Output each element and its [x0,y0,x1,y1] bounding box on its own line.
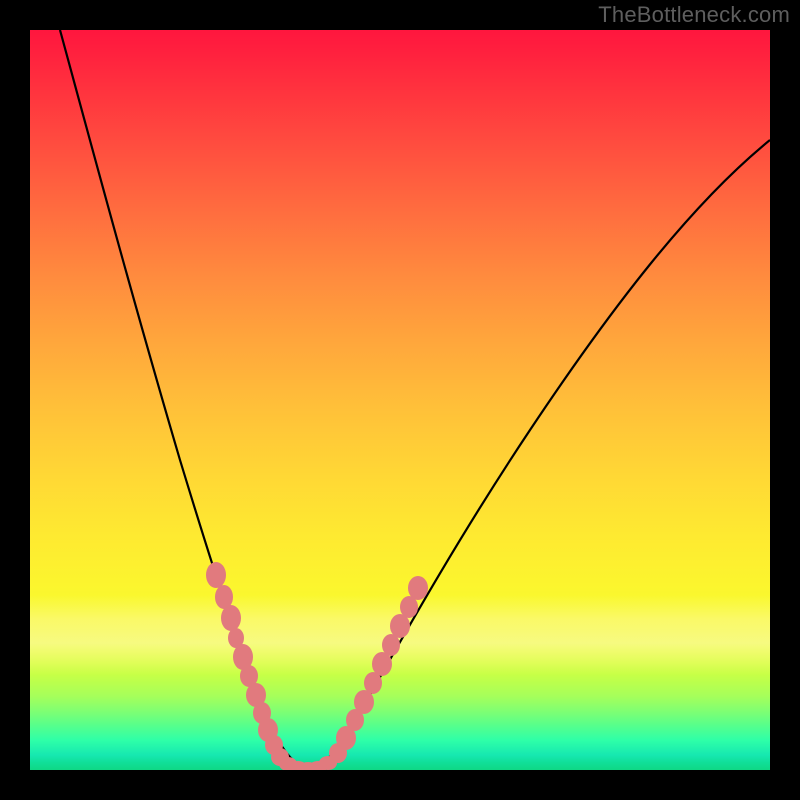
blob-icon [206,562,226,588]
blob-cluster-right [329,576,428,763]
plot-area [30,30,770,770]
blob-cluster-bottom [279,756,337,770]
watermark-text: TheBottleneck.com [598,2,790,28]
blob-cluster-left [206,562,289,766]
chart-frame: TheBottleneck.com [0,0,800,800]
curve-svg [30,30,770,770]
curve-path [60,30,770,768]
bottleneck-curve [60,30,770,768]
blob-icon [221,605,241,631]
blob-icon [408,576,428,600]
